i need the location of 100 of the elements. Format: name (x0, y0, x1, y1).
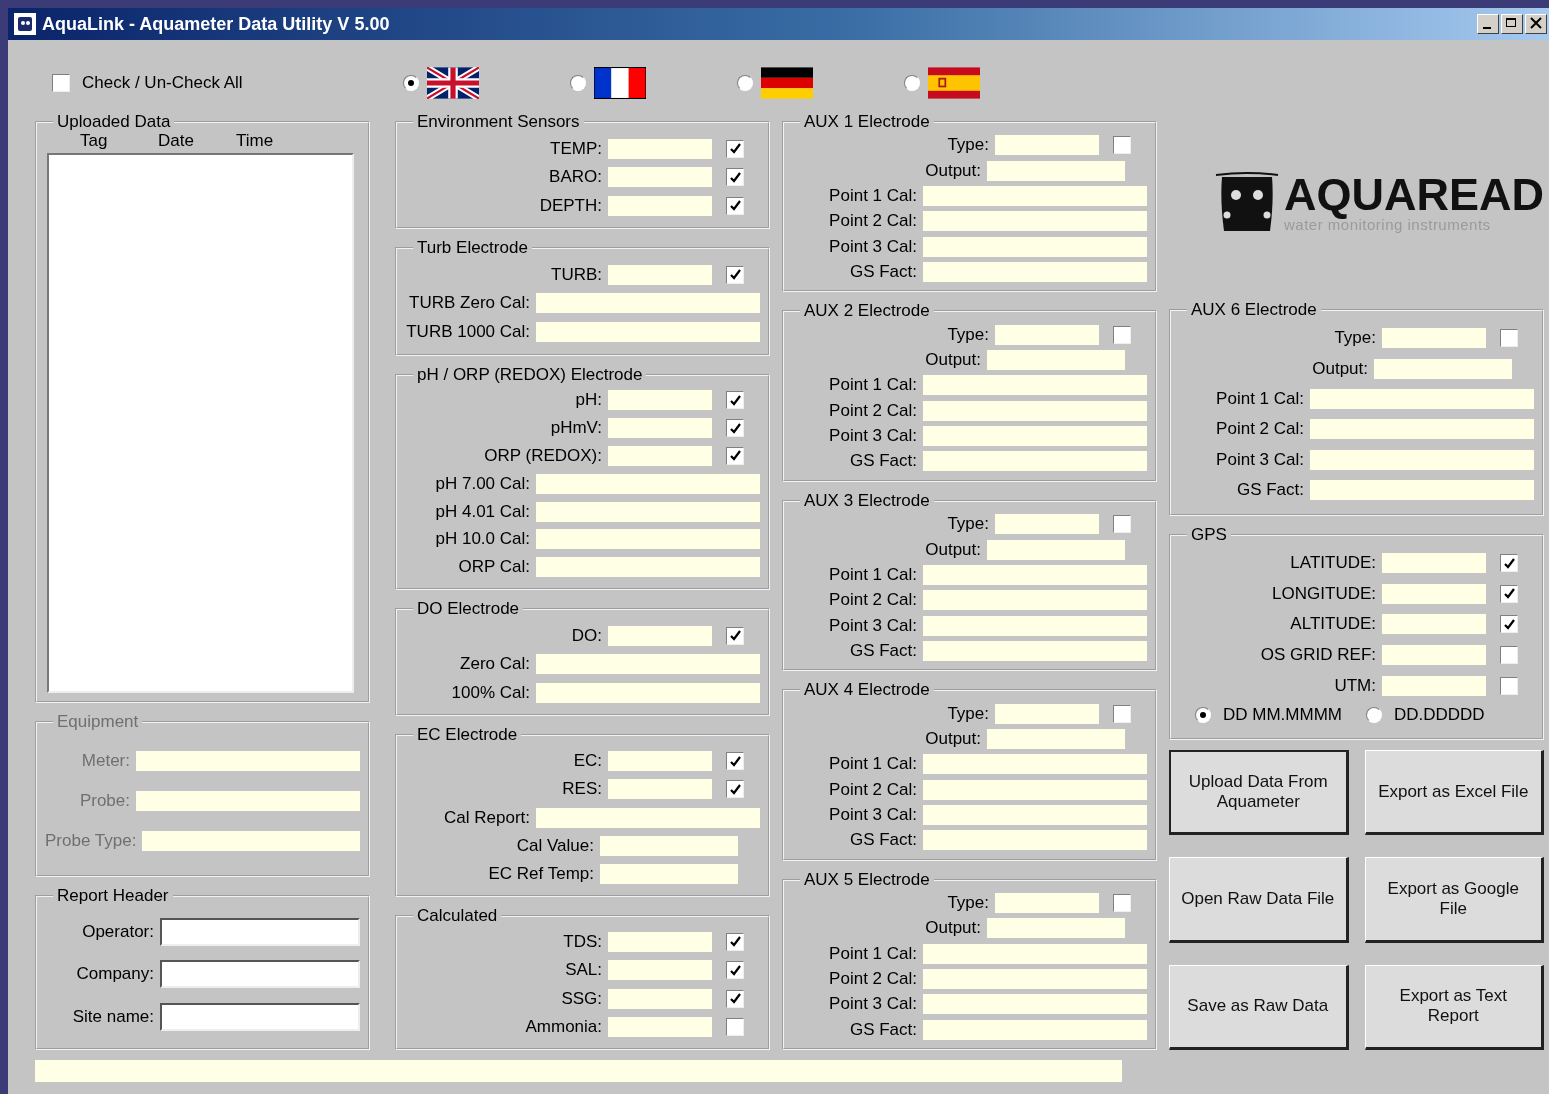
radio-button[interactable] (904, 74, 920, 91)
input-field[interactable] (1382, 645, 1486, 666)
input-field[interactable] (1310, 389, 1534, 410)
input-field[interactable] (995, 514, 1099, 535)
input-field[interactable] (608, 167, 712, 188)
checkbox[interactable] (726, 139, 744, 158)
checkbox[interactable] (726, 1017, 744, 1036)
input-field[interactable] (923, 640, 1147, 661)
input-field[interactable] (923, 943, 1147, 964)
input-field[interactable] (608, 390, 712, 411)
input-field[interactable] (1382, 328, 1486, 349)
action-button[interactable]: Export as Text Report (1364, 964, 1544, 1050)
input-field[interactable] (995, 324, 1099, 345)
input-field[interactable] (923, 262, 1147, 283)
action-button[interactable]: Upload Data From Aquameter (1169, 750, 1349, 836)
checkbox[interactable] (726, 780, 744, 799)
input-field[interactable] (536, 529, 760, 550)
checkbox[interactable] (52, 73, 70, 92)
input-field[interactable] (1382, 614, 1486, 635)
checkbox[interactable] (1500, 329, 1518, 348)
input-field[interactable] (536, 682, 760, 703)
input-field[interactable] (923, 400, 1147, 421)
checkbox[interactable] (1113, 704, 1131, 723)
checkbox[interactable] (726, 989, 744, 1008)
checkbox[interactable] (726, 626, 744, 645)
checkbox[interactable] (1113, 325, 1131, 344)
radio-button[interactable] (570, 74, 586, 91)
input-field[interactable] (536, 473, 760, 494)
checkbox[interactable] (1500, 676, 1518, 695)
input-field[interactable] (608, 625, 712, 646)
input-field[interactable] (600, 863, 738, 884)
maximize-button[interactable] (1501, 14, 1523, 34)
input-field[interactable] (160, 918, 360, 946)
checkbox[interactable] (726, 932, 744, 951)
input-field[interactable] (608, 264, 712, 285)
checkbox[interactable] (1500, 554, 1518, 573)
checkbox[interactable] (726, 196, 744, 215)
input-field[interactable] (608, 751, 712, 772)
input-field[interactable] (923, 1019, 1147, 1040)
checkbox[interactable] (1500, 584, 1518, 603)
input-field[interactable] (923, 426, 1147, 447)
input-field[interactable] (923, 804, 1147, 825)
input-field[interactable] (1310, 419, 1534, 440)
input-field[interactable] (160, 960, 360, 989)
input-field[interactable] (608, 1016, 712, 1037)
input-field[interactable] (1310, 449, 1534, 470)
input-field[interactable] (987, 539, 1125, 560)
input-field[interactable] (923, 375, 1147, 396)
radio-button[interactable] (1195, 707, 1211, 724)
input-field[interactable] (536, 807, 760, 828)
input-field[interactable] (987, 728, 1125, 749)
input-field[interactable] (923, 994, 1147, 1015)
input-field[interactable] (608, 931, 712, 952)
input-field[interactable] (160, 1002, 360, 1031)
input-field[interactable] (608, 418, 712, 439)
input-field[interactable] (995, 703, 1099, 724)
input-field[interactable] (1382, 583, 1486, 604)
checkbox[interactable] (726, 446, 744, 465)
input-field[interactable] (1382, 675, 1486, 696)
input-field[interactable] (536, 321, 760, 342)
checkbox[interactable] (726, 265, 744, 284)
input-field[interactable] (536, 557, 760, 578)
input-field[interactable] (608, 138, 712, 159)
input-field[interactable] (600, 835, 738, 856)
input-field[interactable] (536, 654, 760, 675)
input-field[interactable] (923, 754, 1147, 775)
checkbox[interactable] (1500, 646, 1518, 665)
input-field[interactable] (536, 293, 760, 314)
checkbox[interactable] (1113, 515, 1131, 534)
checkbox[interactable] (726, 391, 744, 410)
checkbox[interactable] (726, 168, 744, 187)
input-field[interactable] (923, 211, 1147, 232)
input-field[interactable] (923, 236, 1147, 257)
radio-button[interactable] (403, 74, 419, 91)
checkbox[interactable] (1113, 136, 1131, 155)
input-field[interactable] (923, 451, 1147, 472)
radio-button[interactable] (1365, 707, 1382, 724)
input-field[interactable] (608, 960, 712, 981)
input-field[interactable] (1382, 553, 1486, 574)
input-field[interactable] (536, 501, 760, 522)
input-field[interactable] (608, 988, 712, 1009)
input-field[interactable] (987, 160, 1125, 181)
action-button[interactable]: Export as Google File (1364, 857, 1544, 943)
data-list[interactable] (47, 153, 354, 694)
input-field[interactable] (1374, 358, 1512, 379)
checkbox[interactable] (1113, 893, 1131, 912)
input-field[interactable] (987, 350, 1125, 371)
close-button[interactable] (1525, 14, 1547, 34)
checkbox[interactable] (726, 419, 744, 438)
action-button[interactable]: Export as Excel File (1364, 750, 1544, 836)
input-field[interactable] (923, 615, 1147, 636)
minimize-button[interactable] (1477, 14, 1499, 34)
checkbox[interactable] (726, 752, 744, 771)
input-field[interactable] (608, 779, 712, 800)
input-field[interactable] (995, 892, 1099, 913)
input-field[interactable] (608, 445, 712, 466)
input-field[interactable] (987, 918, 1125, 939)
input-field[interactable] (923, 590, 1147, 611)
input-field[interactable] (608, 195, 712, 216)
input-field[interactable] (923, 830, 1147, 851)
